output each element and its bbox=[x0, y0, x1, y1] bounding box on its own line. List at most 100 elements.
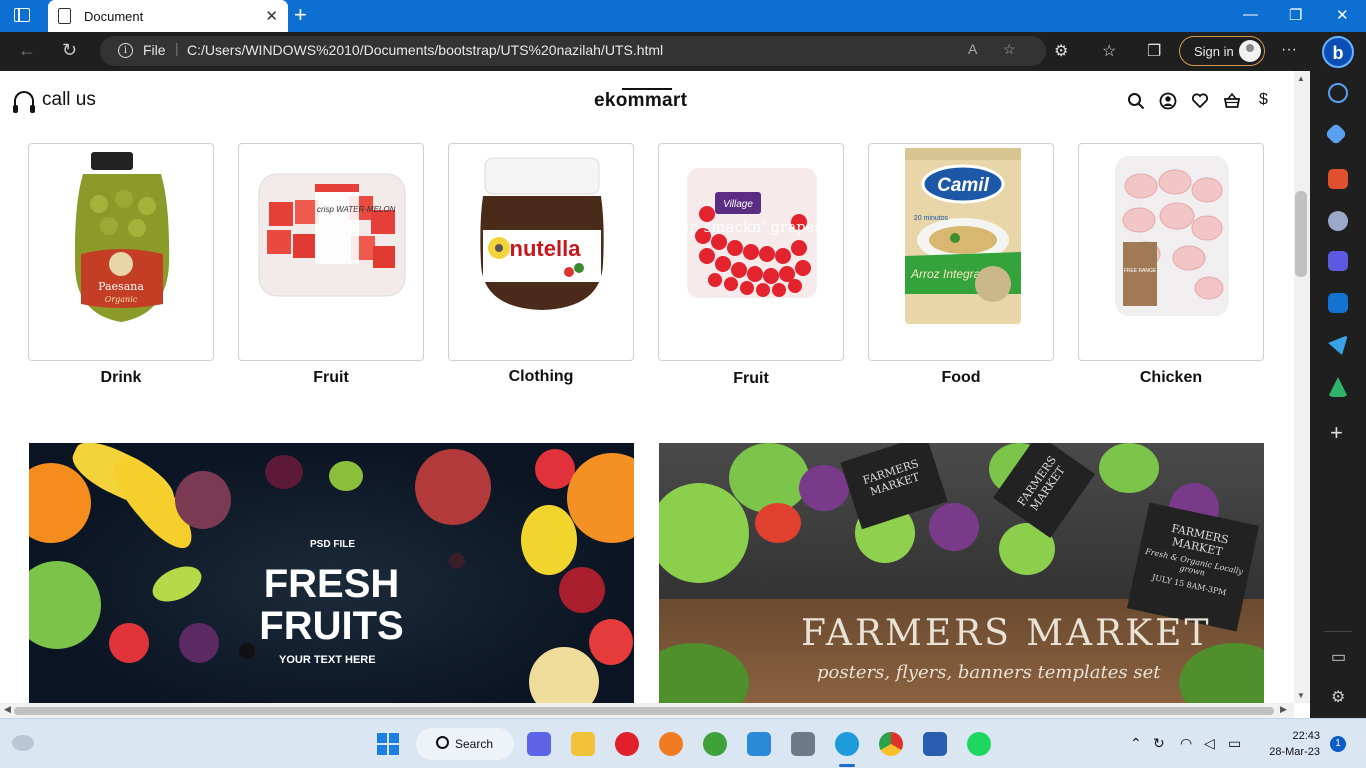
scroll-right-icon[interactable]: ▶ bbox=[1280, 704, 1287, 715]
add-sidebar-app-icon[interactable]: + bbox=[1330, 420, 1343, 446]
hide-sidebar-icon[interactable]: ▭ bbox=[1331, 647, 1346, 667]
fresh-fruits-title: FRESH FRUITS bbox=[259, 562, 404, 648]
category-card[interactable]: Village lip smackn' grapes Fruit bbox=[658, 143, 844, 388]
category-label[interactable]: Chicken bbox=[1078, 369, 1264, 387]
firefox-icon[interactable] bbox=[659, 732, 683, 756]
cabbage-veg bbox=[1099, 443, 1159, 493]
search-icon[interactable] bbox=[1328, 83, 1348, 103]
chrome-icon[interactable] bbox=[879, 732, 903, 756]
back-icon[interactable]: ← bbox=[18, 40, 36, 61]
camera-icon[interactable] bbox=[791, 732, 815, 756]
chicken-label-text: FREE RANGE bbox=[1124, 268, 1157, 274]
taskbar-search[interactable]: Search bbox=[416, 728, 514, 760]
favorites-icon[interactable]: ☆ bbox=[1102, 41, 1116, 61]
new-tab-button[interactable]: + bbox=[294, 2, 307, 28]
weather-icon[interactable] bbox=[12, 735, 34, 751]
app-icon[interactable] bbox=[703, 732, 727, 756]
wifi-icon[interactable]: ◠ bbox=[1180, 735, 1192, 752]
sidebar-toggle-icon[interactable] bbox=[14, 8, 30, 22]
product-image-rice[interactable]: Camil Arroz Integral 20 minutos bbox=[868, 143, 1054, 361]
category-label[interactable]: Fruit bbox=[238, 369, 424, 387]
product-image-nutella[interactable]: nutella bbox=[448, 143, 634, 361]
meet-icon[interactable] bbox=[527, 732, 551, 756]
extensions-icon[interactable]: ⚙ bbox=[1054, 41, 1068, 61]
blueberry-fruit bbox=[449, 553, 465, 569]
category-label[interactable]: Clothing bbox=[448, 368, 634, 386]
games-icon[interactable] bbox=[1328, 211, 1348, 231]
spotify-icon[interactable] bbox=[967, 732, 991, 756]
call-us-link[interactable]: call us bbox=[13, 89, 96, 113]
add-favorite-icon[interactable]: ☆ bbox=[1003, 41, 1016, 58]
sidebar-settings-icon[interactable]: ⚙ bbox=[1331, 687, 1345, 707]
maximize-button[interactable]: ❐ bbox=[1289, 6, 1302, 24]
category-card[interactable]: nutella Clothing bbox=[448, 143, 634, 386]
basket-icon[interactable] bbox=[1223, 92, 1241, 110]
category-card[interactable]: crisp WATER-MELON Fruit bbox=[238, 143, 424, 387]
horizontal-scrollbar[interactable]: ◀ ▶ bbox=[0, 703, 1294, 718]
battery-icon[interactable]: ▭ bbox=[1228, 735, 1241, 752]
category-card[interactable]: FREE RANGE Chicken bbox=[1078, 143, 1264, 387]
address-bar[interactable]: i File | C:/Users/WINDOWS%2010/Documents… bbox=[100, 36, 1046, 66]
category-label[interactable]: Fruit bbox=[658, 370, 844, 388]
start-icon[interactable] bbox=[376, 732, 400, 756]
close-window-button[interactable]: ✕ bbox=[1336, 6, 1349, 24]
scroll-left-icon[interactable]: ◀ bbox=[4, 704, 11, 715]
product-image-watermelon[interactable]: crisp WATER-MELON bbox=[238, 143, 424, 361]
category-label[interactable]: Food bbox=[868, 369, 1054, 387]
tab-close-button[interactable]: ✕ bbox=[265, 7, 278, 25]
scroll-down-icon[interactable]: ▼ bbox=[1297, 691, 1305, 700]
flag-1-text: FARMERS MARKET bbox=[861, 456, 922, 499]
shopping-tag-icon[interactable] bbox=[1324, 122, 1348, 146]
m365-icon[interactable] bbox=[1328, 251, 1348, 271]
taskbar-clock[interactable]: 22:43 28-Mar-23 bbox=[1262, 728, 1320, 760]
sign-in-button[interactable]: Sign in bbox=[1179, 36, 1265, 66]
vertical-scrollbar[interactable]: ▲ ▼ bbox=[1294, 71, 1310, 703]
fresh-fruits-subtitle: YOUR TEXT HERE bbox=[279, 654, 376, 666]
cabbage-veg bbox=[729, 443, 809, 513]
currency-button[interactable]: $ bbox=[1259, 91, 1277, 109]
tab-document[interactable]: Document ✕ bbox=[48, 0, 288, 32]
category-label[interactable]: Drink bbox=[28, 369, 214, 387]
edge-icon[interactable] bbox=[835, 732, 859, 756]
sync-icon[interactable]: ↻ bbox=[1153, 735, 1165, 752]
fresh-fruits-banner[interactable]: PSD FILE FRESH FRUITS YOUR TEXT HERE bbox=[29, 443, 634, 703]
vscode-icon[interactable] bbox=[747, 732, 771, 756]
call-us-label: call us bbox=[42, 89, 96, 110]
farmers-market-banner[interactable]: FARMERS MARKET FARMERS MARKET FARMERS MA… bbox=[659, 443, 1264, 703]
notification-badge[interactable]: 1 bbox=[1330, 736, 1346, 752]
product-image-grapes[interactable]: Village lip smackn' grapes bbox=[658, 143, 844, 361]
outlook-icon[interactable] bbox=[1328, 293, 1348, 313]
volume-icon[interactable]: ◁ bbox=[1204, 735, 1215, 752]
address-url[interactable]: C:/Users/WINDOWS%2010/Documents/bootstra… bbox=[187, 42, 663, 58]
app-icon[interactable] bbox=[615, 732, 639, 756]
minimize-button[interactable]: — bbox=[1243, 6, 1258, 23]
chevron-up-icon[interactable]: ⌃ bbox=[1130, 735, 1142, 752]
bing-chat-button[interactable]: b bbox=[1322, 36, 1354, 68]
tools-icon[interactable] bbox=[1328, 169, 1348, 189]
category-card[interactable]: Camil Arroz Integral 20 minutos Food bbox=[868, 143, 1054, 387]
send-icon[interactable] bbox=[1328, 335, 1348, 355]
search-icon bbox=[436, 736, 449, 749]
search-icon[interactable] bbox=[1127, 92, 1145, 110]
refresh-icon[interactable]: ↻ bbox=[62, 40, 77, 61]
vertical-scroll-thumb[interactable] bbox=[1295, 191, 1307, 277]
lime-fruit bbox=[147, 559, 207, 609]
category-card[interactable]: Paesana Organic Drink bbox=[28, 143, 214, 387]
tomato-veg bbox=[755, 503, 801, 543]
wishlist-heart-icon[interactable] bbox=[1191, 92, 1209, 110]
product-image-olives[interactable]: Paesana Organic bbox=[28, 143, 214, 361]
info-icon[interactable]: i bbox=[118, 43, 133, 58]
tree-icon[interactable] bbox=[1328, 377, 1348, 397]
settings-more-button[interactable]: ··· bbox=[1281, 41, 1297, 59]
word-icon[interactable] bbox=[923, 732, 947, 756]
farmers-market-subtitle: posters, flyers, banners templates set bbox=[817, 662, 1161, 683]
user-icon[interactable] bbox=[1159, 92, 1177, 110]
lemon-fruit bbox=[521, 505, 577, 575]
read-aloud-icon[interactable]: A bbox=[968, 41, 977, 57]
scroll-up-icon[interactable]: ▲ bbox=[1297, 74, 1305, 83]
collections-icon[interactable]: ❐ bbox=[1147, 41, 1161, 61]
brand-logo[interactable]: ekommart bbox=[594, 90, 687, 112]
horizontal-scroll-thumb[interactable] bbox=[14, 707, 1274, 715]
product-image-chicken[interactable]: FREE RANGE bbox=[1078, 143, 1264, 361]
file-explorer-icon[interactable] bbox=[571, 732, 595, 756]
